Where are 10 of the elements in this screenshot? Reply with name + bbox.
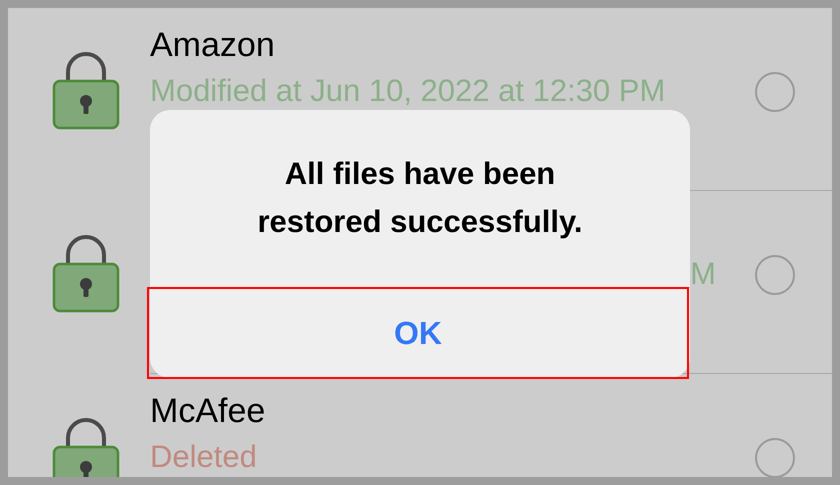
ok-button[interactable]: OK <box>148 288 688 378</box>
item-title: Amazon <box>150 27 275 63</box>
selection-radio[interactable] <box>755 72 795 112</box>
item-title: McAfee <box>150 393 266 429</box>
item-status: M <box>690 256 716 292</box>
alert-message: All files have been restored successfully. <box>150 110 690 288</box>
selection-radio[interactable] <box>755 438 795 477</box>
item-status: Modified at Jun 10, 2022 at 12:30 PM <box>150 73 666 109</box>
item-status: Deleted <box>150 439 257 475</box>
selection-radio[interactable] <box>755 255 795 295</box>
